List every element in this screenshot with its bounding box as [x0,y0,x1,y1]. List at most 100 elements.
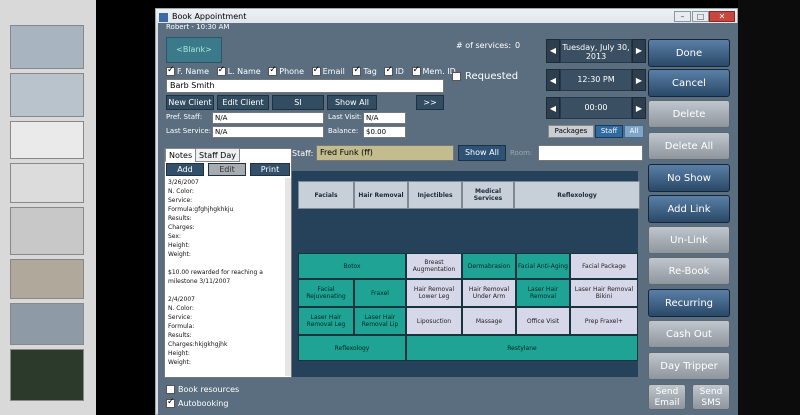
show-all-staff-button[interactable]: Show All [458,145,506,161]
day-tripper-button[interactable]: Day Tripper [648,352,730,380]
category-reflexology[interactable]: Reflexology [514,181,640,209]
date-prev-arrow[interactable]: ◀ [546,39,560,63]
service-laser-hair-removal[interactable]: Laser Hair Removal [516,279,570,307]
service-laser-hair-removal-leg[interactable]: Laser Hair Removal Leg [298,307,354,335]
staff-toggle[interactable]: Staff [595,125,623,138]
duration-next-arrow[interactable]: ▶ [632,97,646,119]
category-hair-removal[interactable]: Hair Removal [354,181,408,209]
time-next-arrow[interactable]: ▶ [632,69,646,91]
service-laser-hair-removal-lip[interactable]: Laser Hair Removal Lip [354,307,406,335]
edit-client-button[interactable]: Edit Client [217,95,269,110]
notes-scrollbar[interactable] [285,178,291,376]
service-massage[interactable]: Massage [462,307,516,335]
recurring-button[interactable]: Recurring [648,289,730,317]
service-laser-hair-removal-bikini[interactable]: Laser Hair Removal Bikini [570,279,638,307]
service-hair-removal-under-arm[interactable]: Hair Removal Under Arm [462,279,516,307]
checkbox[interactable] [166,65,175,76]
service-reflexology[interactable]: Reflexology [298,335,406,361]
new-client-button[interactable]: New Client [166,95,214,110]
filter-phone[interactable]: Phone [268,65,304,76]
minimize-icon[interactable]: – [674,11,691,22]
checkbox[interactable] [452,71,461,81]
cancel-button[interactable]: Cancel [648,69,730,97]
edit-note-button[interactable]: Edit [208,163,246,176]
checkbox[interactable] [411,65,421,76]
service-hair-removal-lower-leg[interactable]: Hair Removal Lower Leg [406,279,462,307]
un-link-button[interactable]: Un-Link [648,226,730,254]
services-count: # of services: 0 [456,41,524,50]
checkbox[interactable] [166,397,175,408]
filter-fname[interactable]: F. Name [166,65,209,76]
print-note-button[interactable]: Print [250,163,290,176]
time-display[interactable]: 12:30 PM [560,69,632,91]
checkbox[interactable] [384,65,394,76]
service-botox[interactable]: Botox [298,253,406,279]
checkbox[interactable] [166,385,175,394]
duration-prev-arrow[interactable]: ◀ [546,97,560,119]
tab-staff-day[interactable]: Staff Day [195,148,240,162]
blank-client-button[interactable]: <Blank> [166,37,222,63]
filter-email[interactable]: Email [311,65,345,76]
thumbnail[interactable] [10,25,84,69]
service-liposuction[interactable]: Liposuction [406,307,462,335]
filter-mem-id[interactable]: Mem. ID [411,65,456,76]
show-all-clients-button[interactable]: Show All [327,95,377,110]
service-office-visit[interactable]: Office Visit [516,307,570,335]
add-note-button[interactable]: Add [166,163,204,176]
date-display[interactable]: Tuesday, July 30, 2013 [560,39,632,63]
all-toggle[interactable]: All [624,125,644,138]
done-button[interactable]: Done [648,39,730,67]
service-fraxel[interactable]: Fraxel [354,279,406,307]
thumbnail[interactable] [10,163,84,203]
checkbox[interactable] [216,65,226,76]
service-prep-fraxel[interactable]: Prep Fraxel+ [570,307,638,335]
service-restylane[interactable]: Restylane [406,335,638,361]
thumbnail[interactable] [10,349,84,401]
re-book-button[interactable]: Re-Book [648,257,730,285]
thumbnail[interactable] [10,121,84,159]
cash-out-button[interactable]: Cash Out [648,320,730,348]
delete-all-button[interactable]: Delete All [648,132,730,160]
category-injectibles[interactable]: Injectibles [408,181,462,209]
notes-text[interactable]: 3/26/2007 N. Color: Service: Formula:gfg… [168,178,290,378]
book-resources-checkbox[interactable]: Book resources [166,385,239,394]
service-facial-package[interactable]: Facial Package [570,253,638,279]
service-facial-anti-aging[interactable]: Facial Anti-Aging [516,253,570,279]
add-link-button[interactable]: Add Link [648,195,730,223]
thumbnail[interactable] [10,73,84,117]
maximize-icon[interactable]: □ [692,11,709,22]
checkbox[interactable] [352,65,362,76]
category-medical-services[interactable]: Medical Services [462,181,514,209]
thumbnail[interactable] [10,303,84,345]
service-grid: Facials Hair Removal Injectibles Medical… [292,171,640,377]
service-breast-augmentation[interactable]: Breast Augmentation [406,253,462,279]
thumbnail[interactable] [10,259,84,299]
packages-toggle[interactable]: Packages [548,125,594,138]
service-dermabrasion[interactable]: Dermabrasion [462,253,516,279]
si-button[interactable]: SI [272,95,324,110]
checkbox[interactable] [311,65,321,76]
tab-notes[interactable]: Notes [165,148,197,162]
category-facials[interactable]: Facials [298,181,354,209]
filter-id[interactable]: ID [384,65,404,76]
duration-display[interactable]: 00:00 [560,97,632,119]
send-sms-button[interactable]: Send SMS [692,384,730,410]
send-email-button[interactable]: Send Email [648,384,686,410]
time-prev-arrow[interactable]: ◀ [546,69,560,91]
autobooking-checkbox[interactable]: Autobooking [166,397,228,408]
next-button[interactable]: >> [416,95,444,110]
date-next-arrow[interactable]: ▶ [632,39,646,63]
requested-checkbox[interactable]: Requested [452,71,518,82]
delete-button[interactable]: Delete [648,100,730,128]
close-icon[interactable]: ✕ [709,11,735,22]
filter-lname[interactable]: L. Name [216,65,261,76]
user-time: Robert - 10:30 AM [166,23,230,31]
staff-select[interactable]: Fred Funk (ff) [316,145,454,161]
checkbox[interactable] [268,65,278,76]
filter-tag[interactable]: Tag [352,65,377,76]
thumbnail[interactable] [10,207,84,255]
room-input[interactable] [538,145,643,161]
service-facial-rejuvenating[interactable]: Facial Rejuvenating [298,279,354,307]
no-show-button[interactable]: No Show [648,164,730,192]
client-search-input[interactable]: Barb Smith [166,79,444,93]
